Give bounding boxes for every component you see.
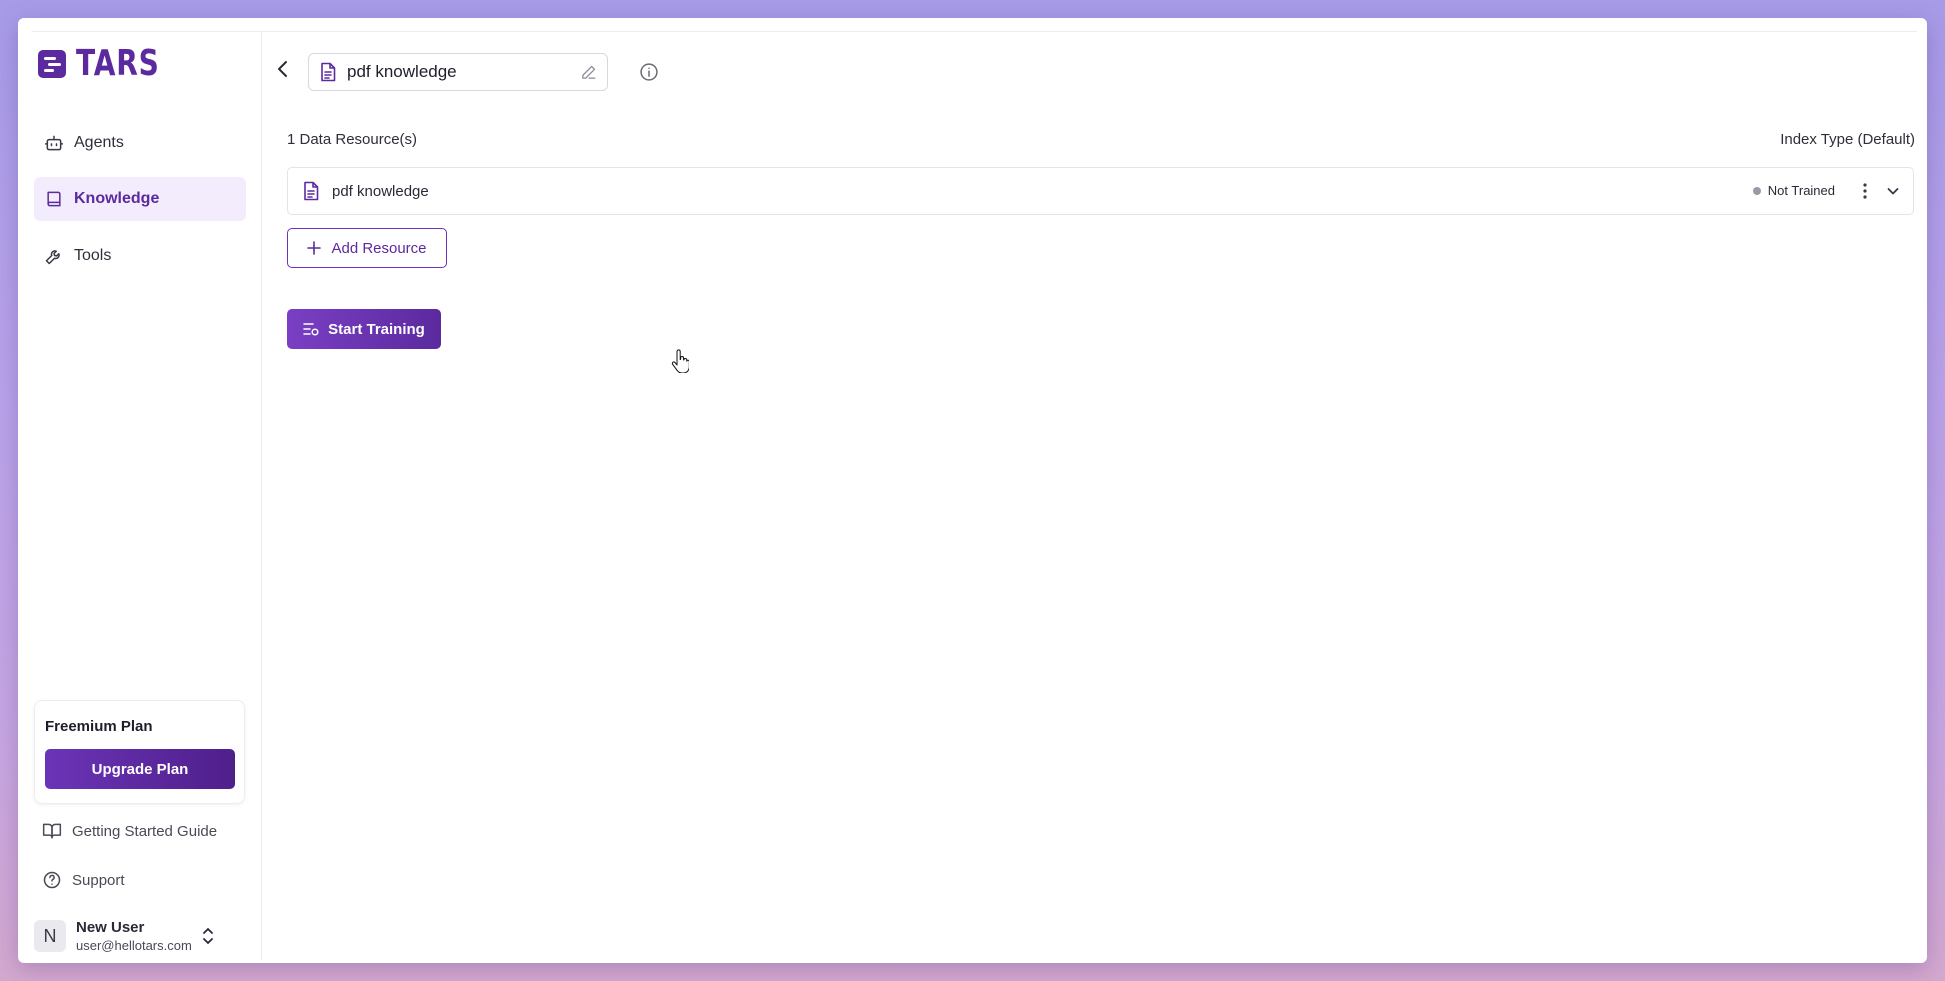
document-icon <box>304 181 319 201</box>
upgrade-plan-button[interactable]: Upgrade Plan <box>45 749 235 789</box>
user-info: New User user@hellotars.com <box>76 919 192 954</box>
avatar: N <box>34 920 66 952</box>
hand-cursor-icon <box>671 349 689 373</box>
sidebar-item-tools[interactable]: Tools <box>34 234 246 278</box>
getting-started-label: Getting Started Guide <box>72 822 218 840</box>
chevron-down-icon[interactable] <box>1885 183 1901 199</box>
pencil-icon[interactable] <box>580 64 597 81</box>
plan-title: Freemium Plan <box>45 718 153 735</box>
info-icon[interactable] <box>639 62 659 82</box>
open-book-icon <box>42 823 62 839</box>
knowledge-title-field[interactable] <box>308 53 608 91</box>
more-vertical-icon[interactable] <box>1857 182 1873 200</box>
support-label: Support <box>72 871 125 889</box>
add-resource-label: Add Resource <box>331 239 427 257</box>
resource-count: 1 Data Resource(s) <box>287 131 418 148</box>
bot-icon <box>44 135 64 151</box>
start-training-button[interactable]: Start Training <box>287 309 441 349</box>
sidebar-item-knowledge[interactable]: Knowledge <box>34 177 246 221</box>
sidebar-item-label: Knowledge <box>74 190 160 207</box>
sidebar-item-label: Agents <box>74 134 124 151</box>
book-icon <box>47 191 61 207</box>
resource-row[interactable]: pdf knowledge Not Trained <box>287 167 1914 215</box>
brand-logo[interactable]: TARS <box>38 46 183 82</box>
main-content: 1 Data Resource(s) Index Type (Default) … <box>263 32 1927 963</box>
user-name: New User <box>76 918 145 936</box>
plus-icon <box>307 241 322 255</box>
document-icon <box>321 62 336 82</box>
user-email: user@hellotars.com <box>76 937 192 953</box>
getting-started-link[interactable]: Getting Started Guide <box>42 821 217 841</box>
resource-name: pdf knowledge <box>332 182 429 200</box>
plan-card: Freemium Plan Upgrade Plan <box>34 700 245 804</box>
support-link[interactable]: Support <box>42 870 125 890</box>
start-training-label: Start Training <box>328 320 425 338</box>
status-text: Not Trained <box>1767 183 1835 198</box>
knowledge-title-input[interactable] <box>347 62 567 82</box>
index-type-label[interactable]: Index Type (Default) <box>1780 131 1915 148</box>
tars-logo-icon <box>38 50 66 78</box>
back-arrow-icon[interactable] <box>273 57 293 81</box>
user-menu[interactable]: N New User user@hellotars.com <box>34 914 246 958</box>
help-circle-icon <box>43 871 61 889</box>
app-window: TARS Agents Knowledge Tools Freemium Pla… <box>18 18 1927 963</box>
chevrons-up-down-icon[interactable] <box>200 926 216 946</box>
status-dot <box>1752 186 1761 195</box>
add-resource-button[interactable]: Add Resource <box>287 228 447 268</box>
wrench-icon <box>45 250 60 265</box>
training-list-icon <box>303 323 319 336</box>
sidebar: TARS Agents Knowledge Tools Freemium Pla… <box>32 32 262 960</box>
sidebar-item-label: Tools <box>74 247 112 264</box>
sidebar-item-agents[interactable]: Agents <box>34 121 246 165</box>
status-badge: Not Trained <box>1752 183 1835 198</box>
brand-name: TARS <box>76 43 160 84</box>
